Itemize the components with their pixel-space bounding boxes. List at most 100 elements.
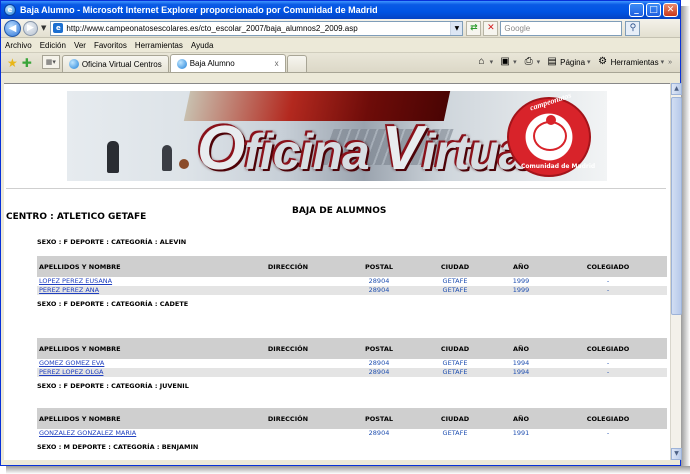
- tab-label: Baja Alumno: [189, 59, 235, 68]
- url-dropdown-icon[interactable]: ▼: [450, 21, 463, 35]
- new-tab-button[interactable]: [286, 55, 307, 72]
- cell-ano: 1994: [512, 359, 530, 367]
- ie-page-icon: [176, 58, 187, 69]
- url-text[interactable]: http://www.campeonatosescolares.es/cto_e…: [66, 24, 450, 33]
- col-header-ano: AÑO: [493, 256, 549, 277]
- category-label: SEXO : M DEPORTE : CATEGORÍA : BENJAMIN: [37, 443, 199, 451]
- cell-ano: 1999: [493, 286, 549, 295]
- favorites-star-icon[interactable]: ★: [7, 54, 18, 72]
- menu-bar: Archivo Edición Ver Favoritos Herramient…: [1, 38, 680, 53]
- refresh-icon[interactable]: ⇄: [466, 20, 482, 36]
- col-header-ano: AÑO: [493, 408, 549, 429]
- students-table: APELLIDOS Y NOMBRE DIRECCIÓN POSTAL CIUD…: [37, 256, 667, 295]
- cell-direccion: [235, 359, 341, 368]
- cell-postal: 28904: [368, 277, 390, 285]
- banner-title: Oficina Virtual: [197, 114, 539, 181]
- category-label: SEXO : F DEPORTE : CATEGORÍA : ALEVIN: [37, 238, 187, 246]
- ie-logo-icon: e: [4, 4, 16, 16]
- command-bar: ⌂ ▾ ▣ ▾ ⎙ ▾ ▤ Página ▾ ⚙ Herramientas ▾ »: [474, 56, 676, 68]
- forward-button[interactable]: ▶: [23, 20, 38, 36]
- page-icon: e: [53, 23, 64, 33]
- student-link[interactable]: GOMEZ GOMEZ EVA: [37, 359, 235, 368]
- quick-tabs-icon[interactable]: ▦▾: [41, 55, 60, 69]
- cell-ano: 1991: [512, 429, 530, 437]
- col-header-colegiado: COLEGIADO: [549, 338, 667, 359]
- col-header-ciudad: CIUDAD: [417, 408, 493, 429]
- menu-ayuda[interactable]: Ayuda: [191, 41, 214, 50]
- vertical-scrollbar[interactable]: ▲ ▼: [670, 83, 682, 460]
- page-title: BAJA DE ALUMNOS: [292, 206, 387, 216]
- history-dropdown-icon[interactable]: ▼: [41, 24, 46, 32]
- close-button[interactable]: ✕: [663, 3, 678, 17]
- cell-direccion: [235, 368, 341, 377]
- student-link[interactable]: PEREZ PEREZ ANA: [37, 286, 235, 295]
- page-menu[interactable]: Página: [560, 58, 585, 67]
- cell-ano: 1999: [512, 277, 530, 285]
- cell-ciudad: GETAFE: [417, 368, 493, 377]
- tab-bar: ★ ✚ ▦▾ Oficina Virtual Centros Baja Alum…: [1, 53, 680, 73]
- students-table: APELLIDOS Y NOMBRE DIRECCIÓN POSTAL CIUD…: [37, 338, 667, 377]
- page-menu-icon[interactable]: ▤: [546, 56, 558, 68]
- menu-ver[interactable]: Ver: [74, 41, 86, 50]
- menu-herramientas[interactable]: Herramientas: [135, 41, 183, 50]
- search-input[interactable]: Google: [500, 20, 623, 36]
- table-row: GOMEZ GOMEZ EVA 28904 GETAFE 1994 -: [37, 359, 667, 368]
- home-icon[interactable]: ⌂: [476, 56, 488, 68]
- tools-menu[interactable]: Herramientas: [611, 58, 659, 67]
- student-link[interactable]: GONZALEZ GONZALEZ MARIA: [37, 429, 235, 438]
- col-header-colegiado: COLEGIADO: [549, 408, 667, 429]
- col-header-name: APELLIDOS Y NOMBRE: [37, 338, 235, 359]
- centro-label: CENTRO : ATLETICO GETAFE: [6, 212, 147, 222]
- cell-postal: 28904: [368, 359, 390, 367]
- print-icon[interactable]: ⎙: [523, 56, 535, 68]
- col-header-colegiado: COLEGIADO: [549, 256, 667, 277]
- col-header-postal: POSTAL: [341, 256, 417, 277]
- cell-colegiado: -: [606, 359, 610, 367]
- category-label: SEXO : F DEPORTE : CATEGORÍA : CADETE: [37, 300, 189, 308]
- cell-ano: 1994: [493, 368, 549, 377]
- back-button[interactable]: ◀: [4, 19, 21, 37]
- divider: [6, 188, 666, 189]
- category-group: APELLIDOS Y NOMBRE DIRECCIÓN POSTAL CIUD…: [37, 338, 667, 392]
- scroll-down-icon[interactable]: ▼: [671, 448, 682, 460]
- feeds-icon[interactable]: ▣: [499, 56, 511, 68]
- stop-icon[interactable]: ✕: [483, 20, 499, 36]
- scroll-thumb[interactable]: [671, 97, 682, 315]
- col-header-ano: AÑO: [493, 338, 549, 359]
- menu-edicion[interactable]: Edición: [40, 41, 66, 50]
- url-field[interactable]: e http://www.campeonatosescolares.es/cto…: [50, 20, 464, 36]
- tab-baja-alumno[interactable]: Baja Alumno x: [169, 54, 286, 72]
- search-icon[interactable]: ⚲: [625, 20, 641, 36]
- minimize-button[interactable]: _: [629, 3, 644, 17]
- menu-archivo[interactable]: Archivo: [5, 41, 32, 50]
- category-label: SEXO : F DEPORTE : CATEGORÍA : JUVENIL: [37, 382, 189, 390]
- col-header-direccion: DIRECCIÓN: [235, 338, 341, 359]
- window-title: Baja Alumno - Microsoft Internet Explore…: [20, 5, 378, 15]
- tools-gear-icon[interactable]: ⚙: [597, 56, 609, 68]
- table-row: GONZALEZ GONZALEZ MARIA 28904 GETAFE 199…: [37, 429, 667, 438]
- cell-direccion: [235, 277, 341, 286]
- tab-oficina-virtual[interactable]: Oficina Virtual Centros: [61, 55, 169, 72]
- scroll-up-icon[interactable]: ▲: [671, 83, 682, 95]
- tab-label: Oficina Virtual Centros: [81, 59, 162, 69]
- table-row: LOPEZ PEREZ EUSANA 28904 GETAFE 1999 -: [37, 277, 667, 286]
- tab-close-icon[interactable]: x: [275, 59, 279, 68]
- child-silhouette-icon: [107, 141, 119, 173]
- cell-ciudad: GETAFE: [442, 359, 468, 367]
- title-bar: e Baja Alumno - Microsoft Internet Explo…: [1, 1, 680, 19]
- student-link[interactable]: PEREZ LOPEZ OLGA: [37, 368, 235, 377]
- cell-postal: 28904: [368, 429, 390, 437]
- col-header-direccion: DIRECCIÓN: [235, 408, 341, 429]
- add-favorite-icon[interactable]: ✚: [22, 54, 32, 72]
- col-header-ciudad: CIUDAD: [417, 338, 493, 359]
- cell-colegiado: -: [549, 286, 667, 295]
- chevron-right-icon[interactable]: »: [668, 59, 672, 66]
- col-header-ciudad: CIUDAD: [417, 256, 493, 277]
- cell-direccion: [235, 286, 341, 295]
- student-link[interactable]: LOPEZ PEREZ EUSANA: [37, 277, 235, 286]
- menu-favoritos[interactable]: Favoritos: [94, 41, 127, 50]
- address-bar: ◀ ▶ ▼ e http://www.campeonatosescolares.…: [1, 19, 680, 38]
- table-row: PEREZ LOPEZ OLGA 28904 GETAFE 1994 -: [37, 368, 667, 377]
- cell-postal: 28904: [341, 286, 417, 295]
- maximize-button[interactable]: □: [646, 3, 661, 17]
